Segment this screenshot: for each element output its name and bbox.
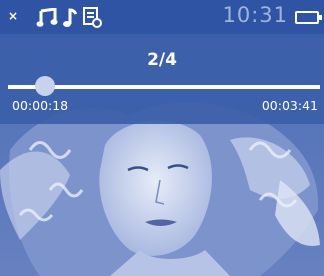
progress-track[interactable] (44, 85, 320, 89)
status-bar: × 10:31 (0, 0, 324, 34)
media-file-icon (83, 7, 102, 28)
track-counter: 2/4 (147, 50, 177, 70)
battery-icon (295, 11, 322, 24)
music-player-screen: × 10:31 2/4 00:00:18 00:03:41 (0, 0, 324, 276)
total-time: 00:03:41 (261, 98, 318, 113)
elapsed-time: 00:00:18 (12, 98, 69, 113)
progress-thumb[interactable] (35, 76, 55, 96)
music-note-icon (36, 8, 58, 27)
close-icon[interactable]: × (8, 9, 18, 23)
clock: 10:31 (222, 3, 288, 27)
music-note-icon (63, 8, 78, 27)
